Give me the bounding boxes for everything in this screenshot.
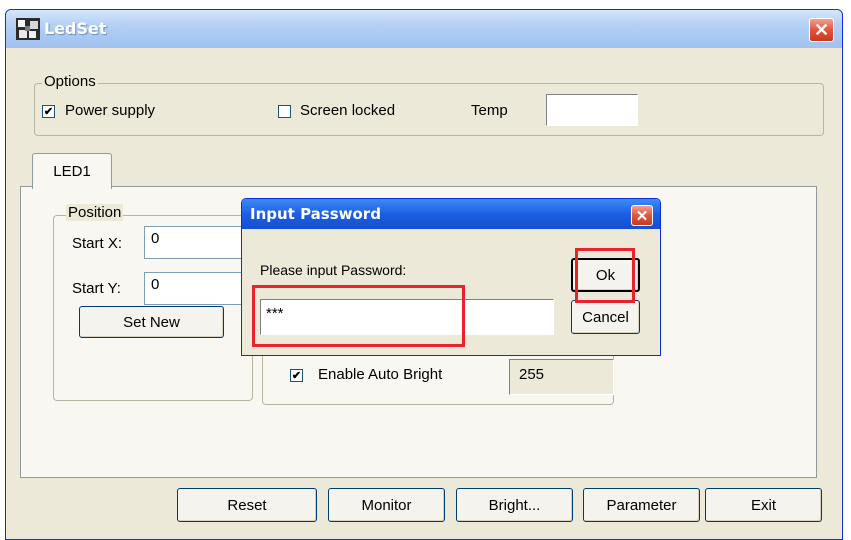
dialog-close-icon[interactable]: ✕ (631, 205, 653, 226)
parameter-button[interactable]: Parameter (583, 488, 700, 522)
password-field-highlight (252, 285, 465, 347)
enable-auto-bright-label: Enable Auto Bright (318, 366, 443, 383)
title-bar[interactable]: LedSet ✕ (6, 10, 842, 48)
tab-led1[interactable]: LED1 (32, 153, 112, 189)
dialog-title: Input Password (250, 205, 381, 223)
window-title: LedSet (44, 19, 107, 38)
temp-field[interactable] (546, 94, 638, 126)
reset-button[interactable]: Reset (177, 488, 317, 522)
start-y-label: Start Y: (72, 280, 121, 297)
screen-locked-checkbox[interactable] (278, 105, 291, 118)
options-legend: Options (42, 73, 98, 90)
dialog-title-bar[interactable]: Input Password ✕ (242, 199, 660, 229)
exit-button[interactable]: Exit (705, 488, 822, 522)
start-x-label: Start X: (72, 235, 123, 252)
close-icon[interactable]: ✕ (809, 18, 834, 42)
bright-button[interactable]: Bright... (456, 488, 573, 522)
bright-value-field: 255 (509, 359, 614, 395)
enable-auto-bright-checkbox[interactable]: ✔ (290, 369, 303, 382)
power-supply-label: Power supply (65, 102, 156, 119)
power-supply-checkbox[interactable]: ✔ (42, 105, 55, 118)
monitor-button[interactable]: Monitor (328, 488, 445, 522)
set-new-button[interactable]: Set New (79, 306, 224, 338)
screen-locked-label: Screen locked (300, 102, 396, 119)
start-y-field[interactable]: 0 (144, 272, 242, 305)
app-icon (16, 18, 40, 40)
position-legend: Position (66, 204, 124, 221)
bright-value: 255 (519, 366, 545, 383)
temp-label: Temp (471, 102, 508, 119)
ok-button-highlight (575, 248, 635, 303)
cancel-button[interactable]: Cancel (571, 300, 640, 334)
password-prompt: Please input Password: (260, 262, 407, 278)
start-x-field[interactable]: 0 (144, 226, 242, 259)
